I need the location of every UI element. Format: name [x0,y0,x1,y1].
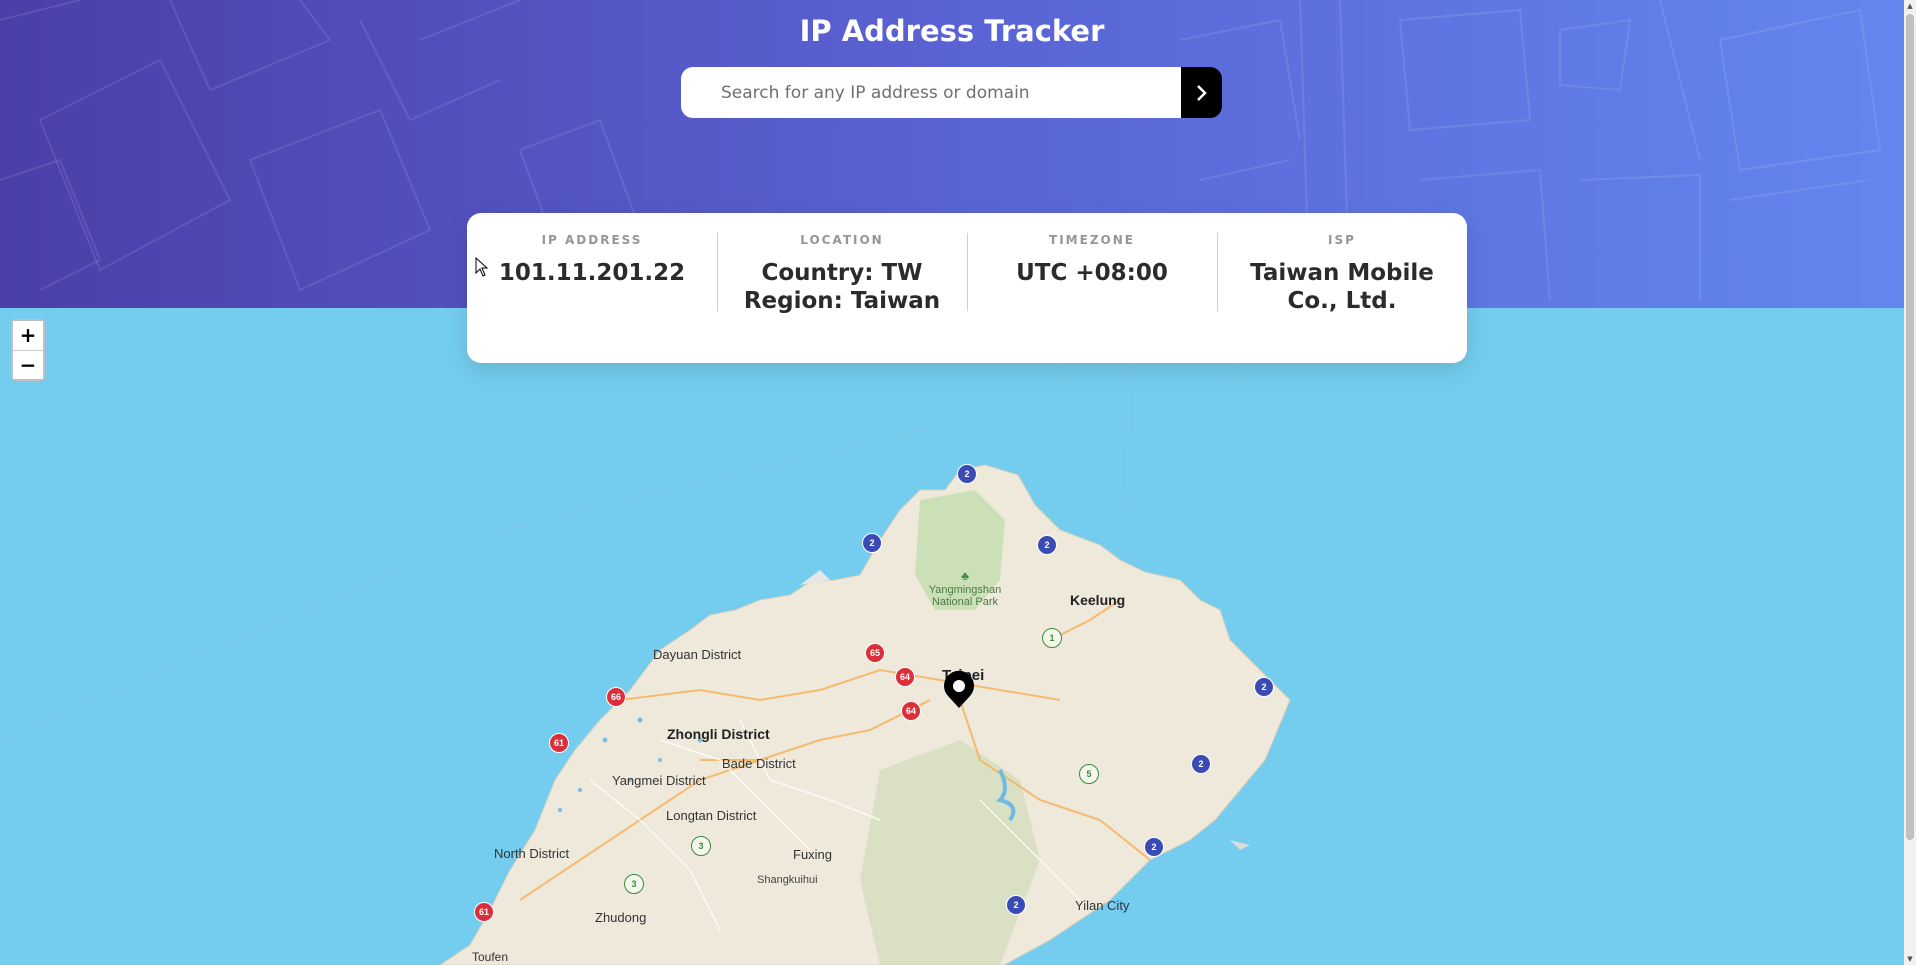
location-marker-icon[interactable] [938,668,980,710]
stat-value: 101.11.201.22 [498,260,686,286]
chevron-right-icon [1196,84,1207,101]
stat-value: Country: TW Region: Taiwan [743,260,941,315]
search-submit-button[interactable] [1181,67,1222,118]
scroll-up-icon[interactable]: ▲ [1906,1,1914,11]
page-title: IP Address Tracker [799,14,1105,48]
stat-isp: ISP Taiwan Mobile Co., Ltd. [1217,213,1467,363]
scroll-down-icon[interactable]: ▼ [1906,954,1914,964]
scrollbar[interactable]: ▲ ▼ [1904,0,1916,965]
stat-value: Taiwan Mobile Co., Ltd. [1250,260,1434,315]
mouse-cursor-icon [475,257,489,277]
stat-timezone: TIMEZONE UTC +08:00 [967,213,1217,363]
search-input[interactable] [681,67,1181,118]
map-tiles[interactable] [0,308,1904,965]
stat-label: ISP [1328,233,1356,247]
stat-value: UTC +08:00 [1016,260,1168,286]
ip-info-card: IP ADDRESS 101.11.201.22 LOCATION Countr… [467,213,1467,363]
stat-location: LOCATION Country: TW Region: Taiwan [717,213,967,363]
zoom-out-button[interactable]: − [13,350,43,379]
stat-label: TIMEZONE [1049,233,1135,247]
stat-label: IP ADDRESS [541,233,643,247]
map-view[interactable]: ♣ Yangmingshan National Park Keelung Tai… [0,308,1904,965]
zoom-controls: + − [11,319,45,381]
search-bar [681,67,1222,118]
scrollbar-thumb[interactable] [1906,14,1914,840]
stat-label: LOCATION [800,233,884,247]
stat-ip-address: IP ADDRESS 101.11.201.22 [467,213,717,363]
zoom-in-button[interactable]: + [13,321,43,350]
